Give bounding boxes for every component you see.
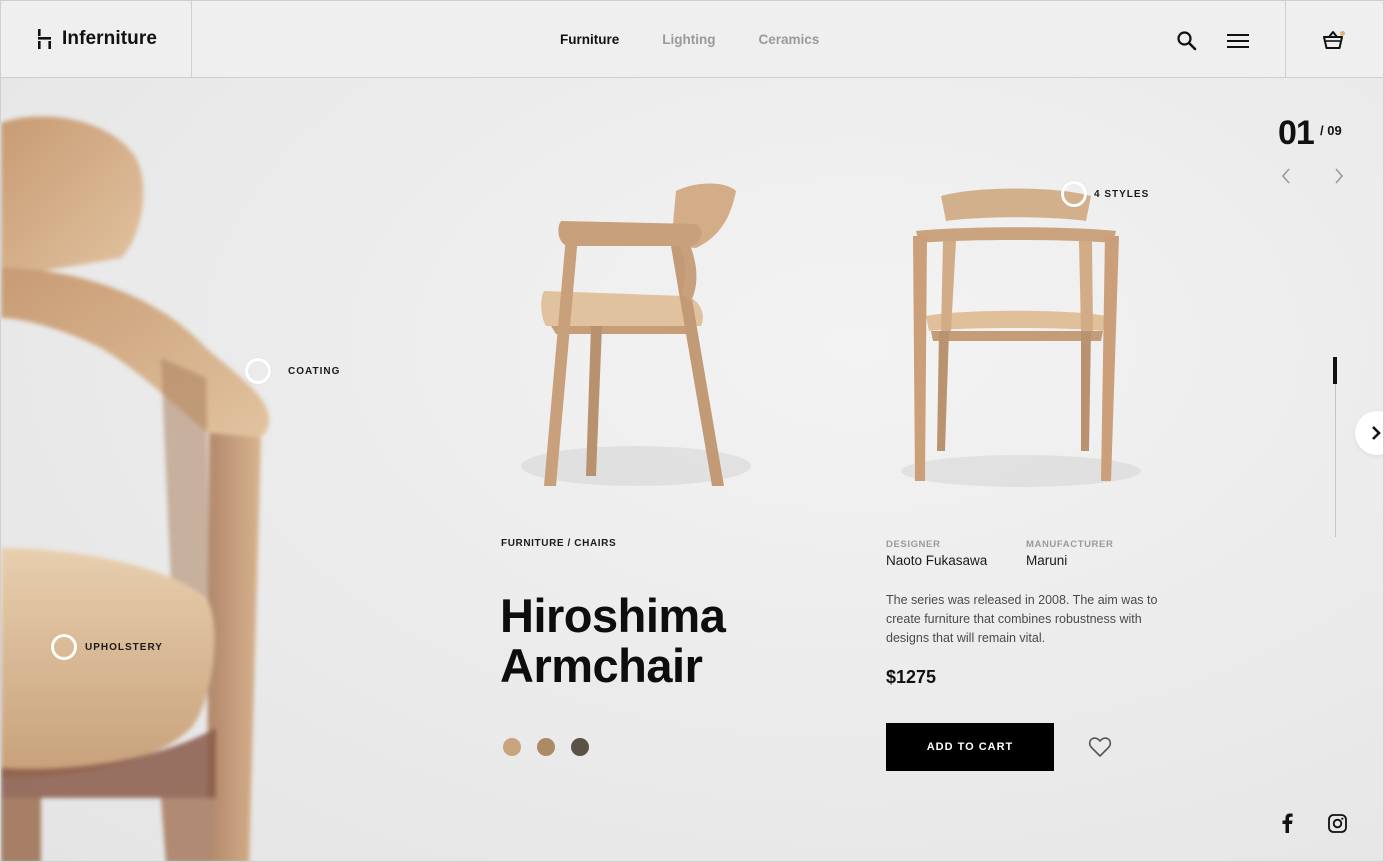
header: Inferniture Furniture Lighting Ceramics bbox=[1, 1, 1383, 78]
facebook-icon[interactable] bbox=[1280, 813, 1294, 833]
cart-badge-dot bbox=[1340, 31, 1345, 36]
chair-front-view-image bbox=[901, 188, 1141, 487]
product-description: The series was released in 2008. The aim… bbox=[886, 593, 1158, 645]
menu-icon[interactable] bbox=[1227, 32, 1249, 50]
swatch-medium-wood[interactable] bbox=[537, 738, 555, 756]
hotspot-label-styles: 4 STYLES bbox=[1094, 189, 1150, 200]
breadcrumb: FURNITURE / CHAIRS bbox=[501, 538, 617, 549]
hotspot-label-coating: COATING bbox=[288, 366, 341, 377]
main-nav: Furniture Lighting Ceramics bbox=[560, 1, 819, 77]
nav-item-lighting[interactable]: Lighting bbox=[662, 32, 715, 47]
add-to-cart-button[interactable]: ADD TO CART bbox=[886, 723, 1054, 771]
designer-label: DESIGNER bbox=[886, 539, 941, 550]
chair-side-view-image bbox=[521, 183, 751, 486]
slide-current: 01 bbox=[1278, 114, 1315, 152]
product-title-line1: Hiroshima bbox=[500, 589, 726, 642]
designer-name: Naoto Fukasawa bbox=[886, 553, 988, 568]
logo-mark-icon bbox=[38, 29, 51, 49]
hotspot-upholstery[interactable] bbox=[51, 634, 77, 660]
logo[interactable]: Inferniture bbox=[1, 1, 192, 77]
hotspot-styles[interactable] bbox=[1061, 181, 1087, 207]
swatch-light-wood[interactable] bbox=[503, 738, 521, 756]
chair-closeup-image bbox=[1, 116, 270, 861]
next-slide-icon[interactable] bbox=[1332, 167, 1346, 185]
prev-slide-icon[interactable] bbox=[1279, 167, 1293, 185]
color-swatches bbox=[503, 738, 589, 756]
swatch-dark-wood[interactable] bbox=[571, 738, 589, 756]
product-page: Inferniture Furniture Lighting Ceramics bbox=[0, 0, 1384, 862]
nav-item-furniture[interactable]: Furniture bbox=[560, 32, 619, 47]
hotspot-label-upholstery: UPHOLSTERY bbox=[85, 642, 163, 653]
heart-icon[interactable] bbox=[1088, 736, 1112, 758]
product-price: $1275 bbox=[886, 667, 937, 687]
slide-total: / 09 bbox=[1320, 123, 1342, 138]
slide-counter: 01 / 09 bbox=[1278, 114, 1342, 153]
nav-item-ceramics[interactable]: Ceramics bbox=[758, 32, 819, 47]
scroll-track bbox=[1335, 357, 1336, 537]
hotspot-coating[interactable] bbox=[245, 358, 271, 384]
brand-name: Inferniture bbox=[62, 28, 158, 49]
product-title-line2: Armchair bbox=[500, 639, 703, 692]
search-icon[interactable] bbox=[1176, 30, 1198, 52]
manufacturer-name: Maruni bbox=[1026, 553, 1068, 568]
product-title: Hiroshima Armchair bbox=[500, 591, 830, 691]
instagram-icon[interactable] bbox=[1328, 814, 1347, 833]
scroll-thumb[interactable] bbox=[1333, 357, 1337, 384]
cart-area bbox=[1285, 1, 1383, 77]
next-product-button[interactable] bbox=[1355, 411, 1383, 455]
chevron-right-icon bbox=[1372, 426, 1381, 440]
manufacturer-label: MANUFACTURER bbox=[1026, 539, 1114, 550]
